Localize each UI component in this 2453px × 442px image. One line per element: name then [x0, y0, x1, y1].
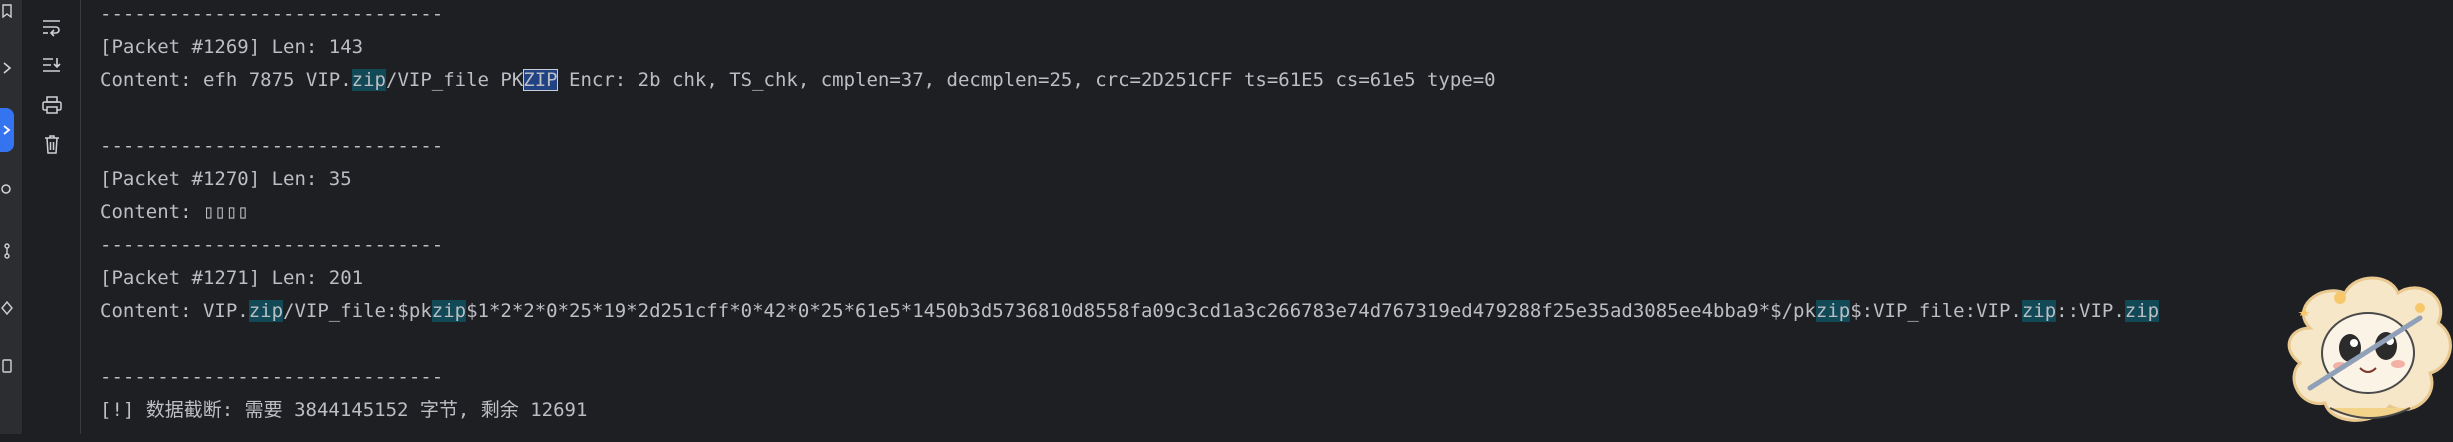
scroll-to-end-button[interactable]	[37, 51, 67, 81]
packet-1270-content: Content: ▯▯▯▯	[100, 201, 249, 223]
content-text: Encr: 2b chk, TS_chk, cmplen=37, decmple…	[557, 69, 1496, 91]
content-text: Content: VIP.	[100, 300, 249, 322]
search-match: zip	[1815, 300, 1851, 322]
content-text: /VIP_file PK	[386, 69, 524, 91]
scroll-to-end-icon	[41, 56, 63, 76]
content-text: ::VIP.	[2056, 300, 2125, 322]
bookmark-icon[interactable]	[0, 0, 14, 22]
run-icon	[0, 119, 14, 141]
truncation-warning: [!] 数据截断: 需要 3844145152 字节, 剩余 12691	[100, 399, 588, 421]
search-match: zip	[2124, 300, 2160, 322]
packet-1271-header: [Packet #1271] Len: 201	[100, 267, 364, 289]
terminal-icon[interactable]	[0, 355, 14, 377]
content-text: $:VIP_file:VIP.	[1850, 300, 2022, 322]
console-toolbar	[23, 0, 81, 434]
debug-icon[interactable]	[0, 297, 14, 319]
search-match: zip	[248, 300, 284, 322]
console-output[interactable]: ------------------------------ [Packet #…	[81, 0, 2453, 434]
packet-1269-content: Content: efh 7875 VIP.zip/VIP_file PKZIP…	[100, 67, 1496, 93]
separator-line: ------------------------------	[100, 3, 444, 25]
packet-1270-header: [Packet #1270] Len: 35	[100, 168, 352, 190]
clear-all-icon	[41, 133, 63, 155]
packet-1271-content: Content: VIP.zip/VIP_file:$pkzip$1*2*2*0…	[100, 298, 2160, 324]
clear-all-button[interactable]	[37, 129, 67, 159]
search-match: zip	[2021, 300, 2057, 322]
python-console-icon[interactable]	[0, 178, 14, 200]
print-icon	[41, 95, 63, 115]
separator-line: ------------------------------	[100, 366, 444, 388]
separator-line: ------------------------------	[100, 234, 444, 256]
git-icon[interactable]	[0, 240, 14, 262]
packet-1269-header: [Packet #1269] Len: 143	[100, 36, 364, 58]
current-search-match: ZIP	[523, 69, 558, 91]
search-match: zip	[431, 300, 467, 322]
soft-wrap-icon	[41, 17, 63, 37]
soft-wrap-button[interactable]	[37, 12, 67, 42]
chevron-right-icon[interactable]	[0, 57, 14, 79]
search-match: zip	[351, 69, 386, 91]
content-text: /VIP_file:$pk	[283, 300, 432, 322]
left-tool-rail	[0, 0, 23, 434]
content-text: Content: efh 7875 VIP.	[100, 69, 352, 91]
separator-line: ------------------------------	[100, 135, 444, 157]
content-text: $1*2*2*0*25*19*2d251cff*0*42*0*25*61e5*1…	[466, 300, 1816, 322]
mascot-sticker-image	[2270, 268, 2453, 438]
print-button[interactable]	[37, 90, 67, 120]
